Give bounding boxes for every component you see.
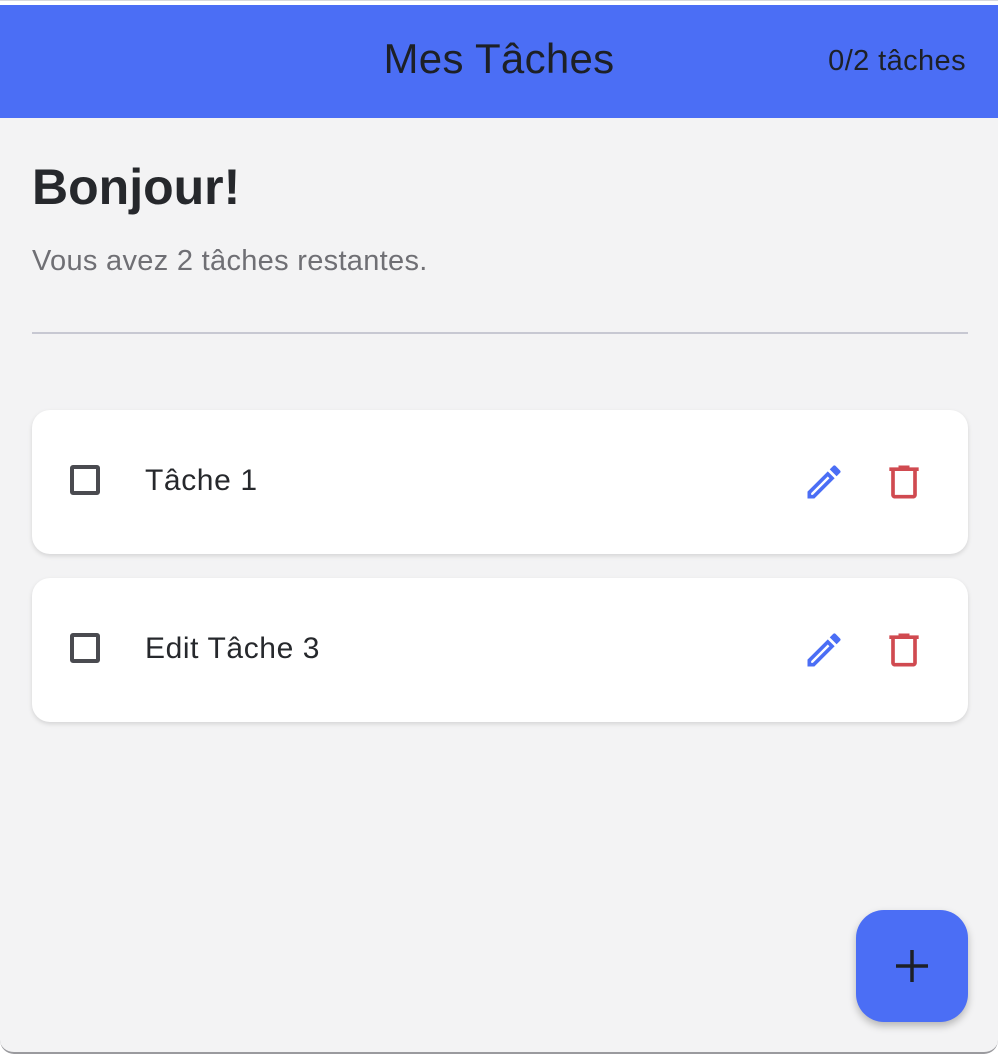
app-bar: Mes Tâches 0/2 tâches bbox=[0, 5, 998, 118]
task-checkbox[interactable] bbox=[70, 465, 100, 495]
task-counter: 0/2 tâches bbox=[828, 45, 966, 77]
delete-button-graphic bbox=[889, 465, 919, 499]
divider bbox=[32, 332, 968, 334]
task-checkbox[interactable] bbox=[70, 633, 100, 663]
task-card: Edit Tâche 3 bbox=[32, 578, 968, 722]
pencil-icon[interactable] bbox=[802, 460, 846, 504]
delete-button-graphic bbox=[889, 633, 919, 667]
trash-icon[interactable] bbox=[882, 460, 926, 504]
task-label: Edit Tâche 3 bbox=[145, 632, 321, 665]
add-task-button[interactable] bbox=[856, 910, 968, 1022]
greeting-heading: Bonjour! bbox=[32, 159, 241, 215]
remaining-tasks-text: Vous avez 2 tâches restantes. bbox=[32, 245, 428, 277]
pencil-icon[interactable] bbox=[802, 628, 846, 672]
task-card: Tâche 1 bbox=[32, 410, 968, 554]
edit-button-graphic bbox=[807, 465, 841, 499]
edit-button-graphic bbox=[807, 633, 841, 667]
app-window: Mes Tâches 0/2 tâches Bonjour! Vous avez… bbox=[0, 5, 998, 1054]
task-label: Tâche 1 bbox=[145, 464, 258, 497]
trash-icon[interactable] bbox=[882, 628, 926, 672]
plus-icon bbox=[896, 950, 928, 982]
